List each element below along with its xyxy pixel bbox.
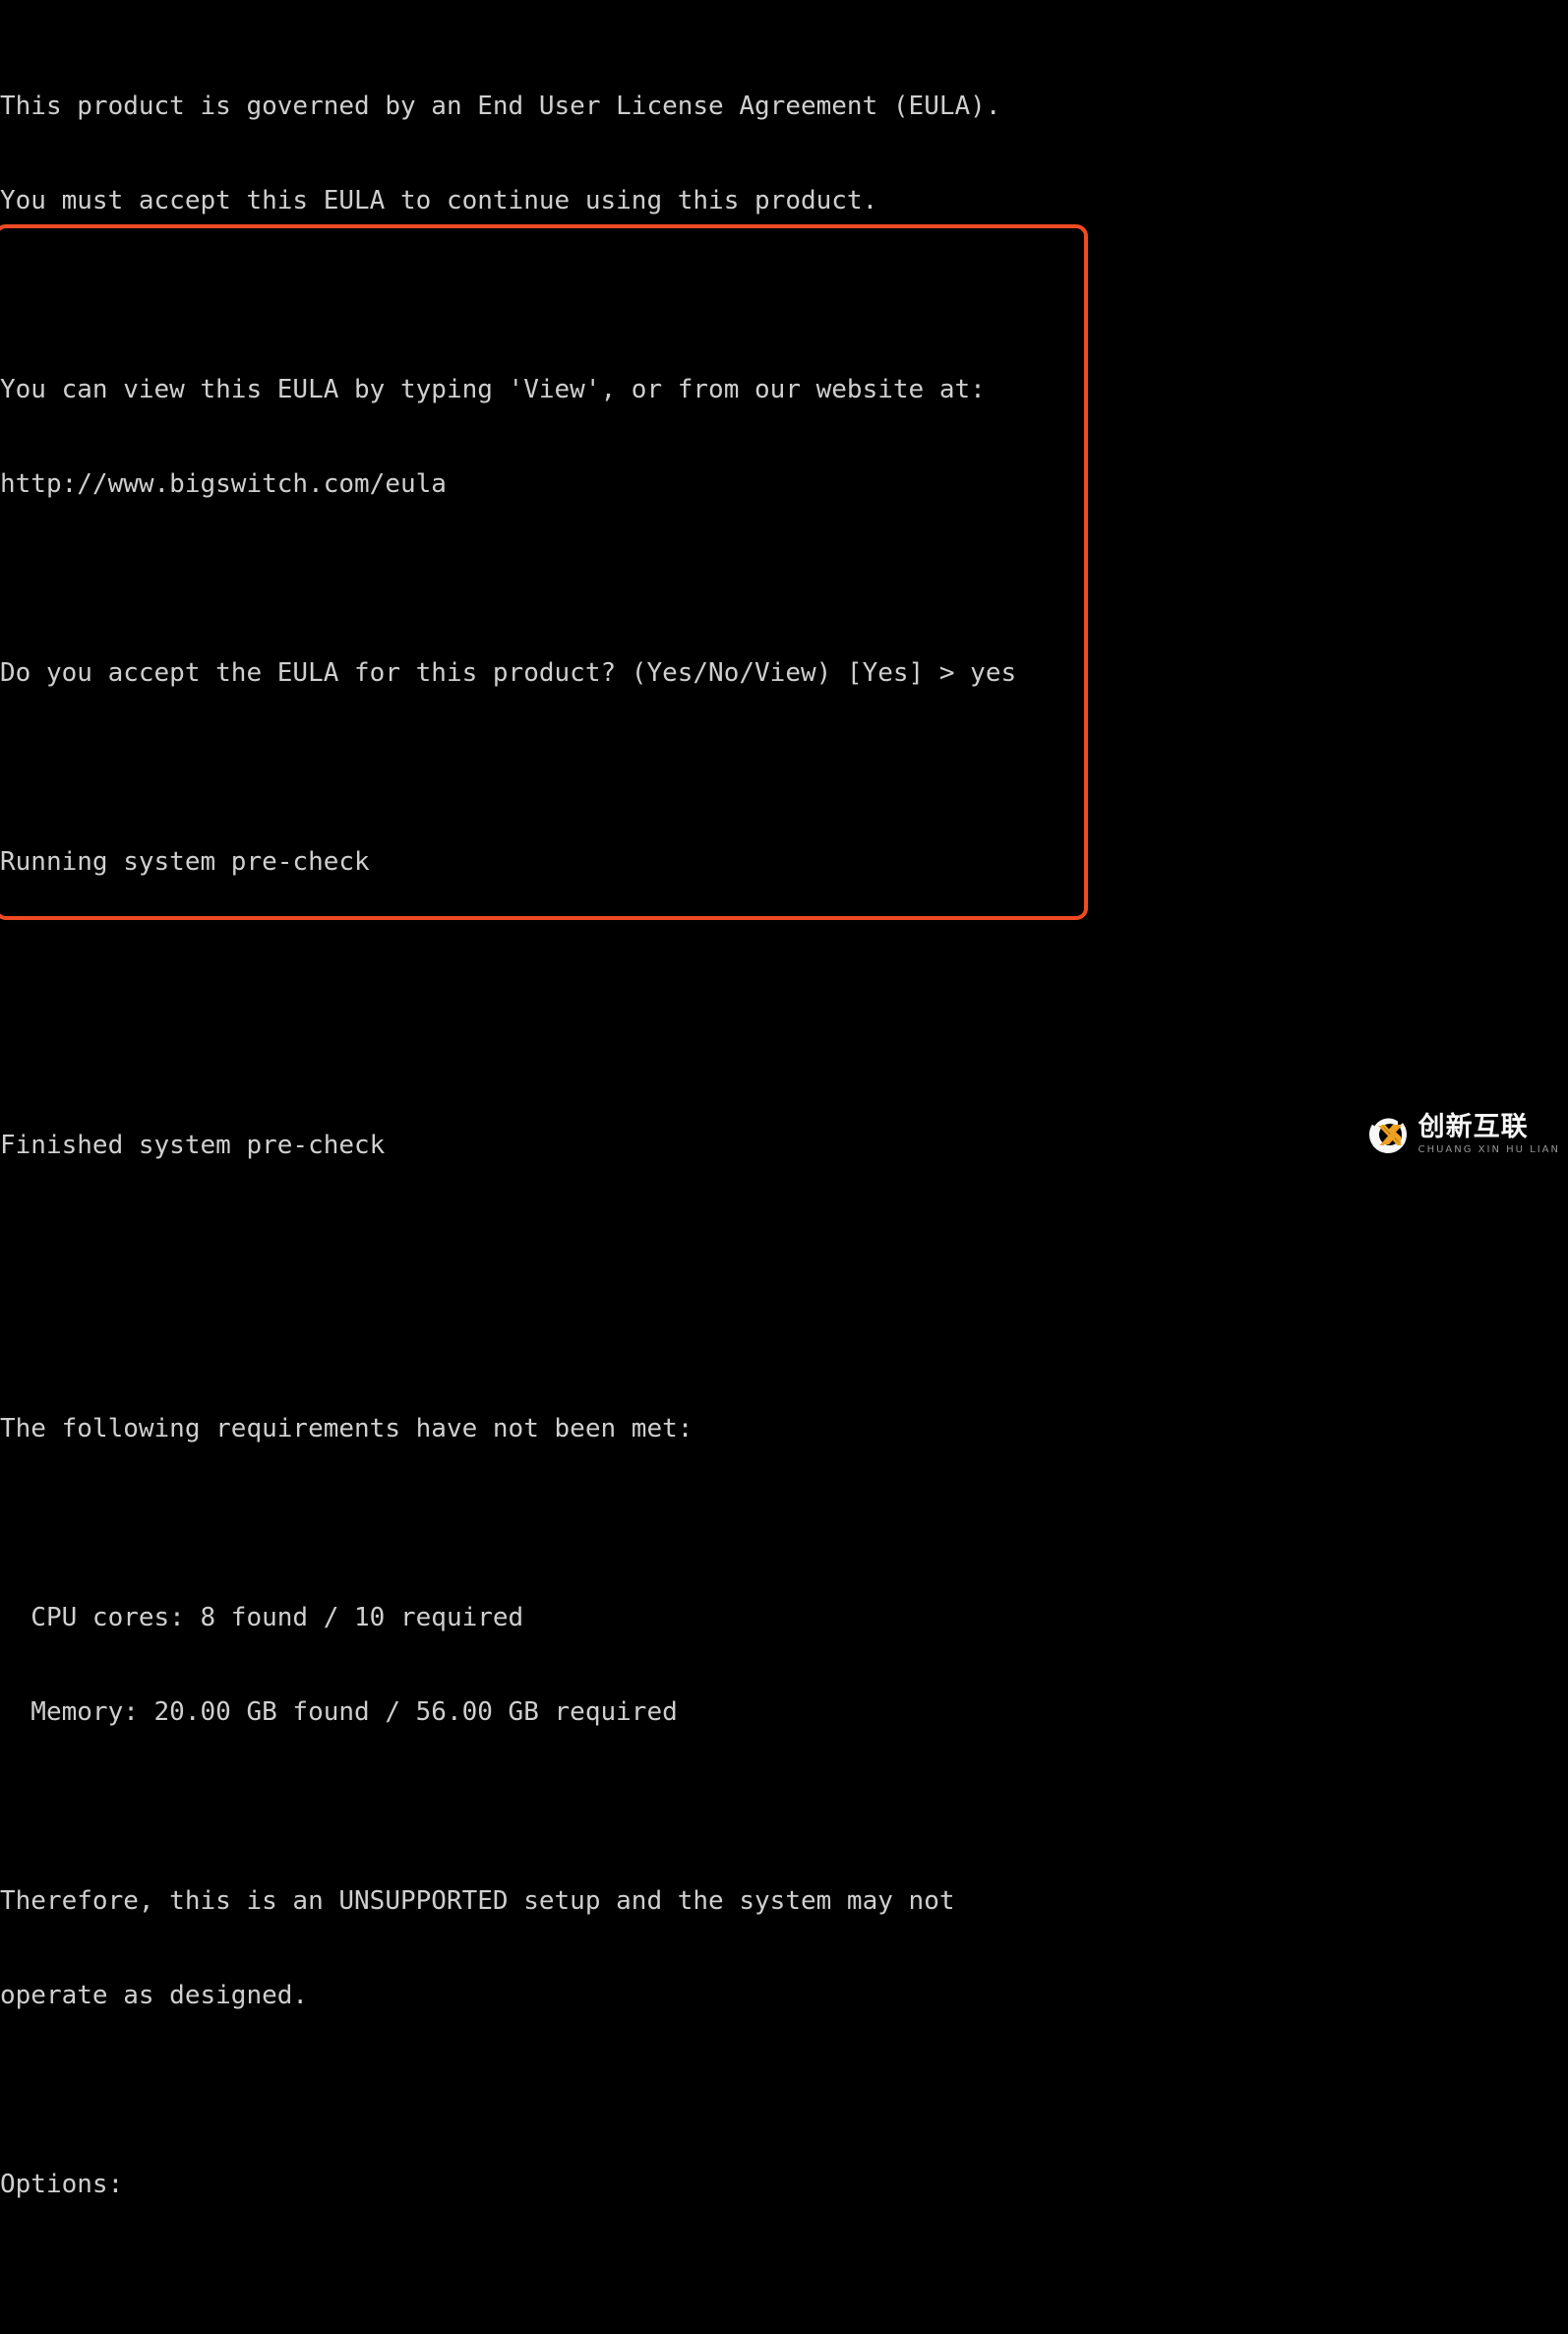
terminal-screen[interactable]: This product is governed by an End User … xyxy=(0,0,1568,2199)
terminal-line-warning-cont: operate as designed. xyxy=(0,1981,309,2010)
terminal-scrollback: This product is governed by an End User … xyxy=(0,0,1568,2334)
terminal-line: You can view this EULA by typing 'View',… xyxy=(0,375,986,404)
watermark-subtitle: CHUANG XIN HU LIAN xyxy=(1417,1144,1560,1155)
terminal-line-requirement-cpu: CPU cores: 8 found / 10 required xyxy=(0,1603,524,1632)
terminal-line-options-label: Options: xyxy=(0,2170,124,2199)
terminal-line-precheck-finished: Finished system pre-check xyxy=(0,1131,386,1160)
watermark-title: 创新互联 xyxy=(1417,1112,1529,1142)
watermark-text: 创新互联 CHUANG XIN HU LIAN xyxy=(1418,1114,1560,1155)
watermark: 创新互联 CHUANG XIN HU LIAN xyxy=(1365,1108,1560,1161)
terminal-line-requirement-memory: Memory: 20.00 GB found / 56.00 GB requir… xyxy=(0,1697,678,1727)
circle-x-logo-icon xyxy=(1365,1112,1411,1157)
terminal-line-eula-prompt: Do you accept the EULA for this product?… xyxy=(0,658,1017,688)
terminal-line: This product is governed by an End User … xyxy=(0,92,1001,121)
terminal-line-warning: Therefore, this is an UNSUPPORTED setup … xyxy=(0,1886,955,1916)
terminal-line: You must accept this EULA to continue us… xyxy=(0,186,878,215)
terminal-line-requirements-header: The following requirements have not been… xyxy=(0,1414,694,1443)
terminal-line-eula-url: http://www.bigswitch.com/eula xyxy=(0,469,447,499)
terminal-line-precheck-running: Running system pre-check xyxy=(0,847,370,877)
